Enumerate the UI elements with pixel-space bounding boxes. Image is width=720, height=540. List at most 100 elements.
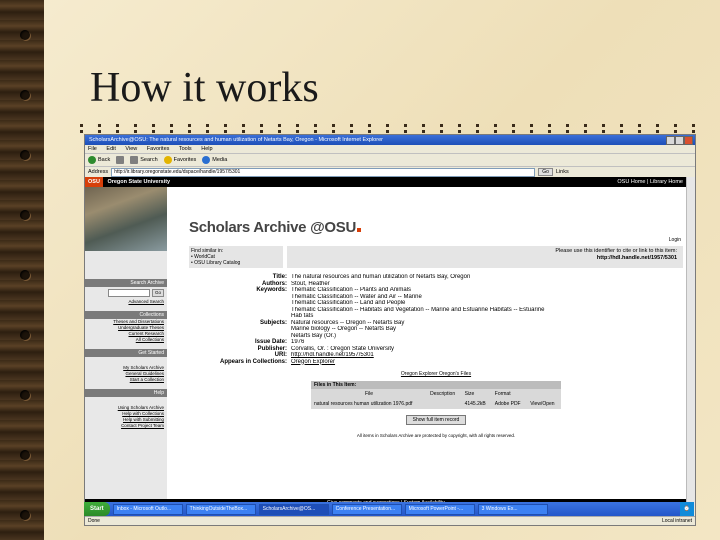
menu-tools[interactable]: Tools [179, 146, 192, 152]
header-photo [85, 187, 167, 251]
go-button[interactable]: Go [538, 168, 553, 176]
logo-square-icon [357, 228, 361, 232]
star-icon [163, 156, 172, 164]
sidebar-started-head: Get Started [85, 349, 167, 357]
metadata-value[interactable]: Oregon Explorer [291, 359, 683, 366]
osu-logo[interactable]: OSU [85, 177, 103, 187]
col-view [527, 389, 561, 399]
identifier-link[interactable]: http://hdl.handle.net/1957/5301 [293, 255, 677, 262]
forward-button[interactable] [116, 156, 125, 164]
metadata-row: Appears in Collections: Oregon Explorer [189, 359, 683, 366]
browser-window: ScholarsArchive@OSU: The natural resourc… [84, 134, 696, 526]
menu-favorites[interactable]: Favorites [147, 146, 170, 152]
ring-icon [20, 210, 30, 220]
taskbar-item[interactable]: Conference Presentation... [331, 503, 402, 515]
status-bar: Done Local intranet [85, 516, 695, 525]
sidebar-link[interactable]: All Collections [85, 337, 167, 343]
taskbar-item[interactable]: Inbox - Microsoft Outlo... [112, 503, 183, 515]
col-size: Size [464, 391, 475, 397]
start-button[interactable]: Start [84, 502, 110, 516]
table-row: natural resources human utilization 1976… [311, 399, 561, 409]
taskbar: Start Inbox - Microsoft Outlo... Thinkin… [84, 502, 694, 516]
metadata-table: Title: The natural resources and human ut… [189, 274, 683, 365]
sidebar: Search Archive Go Advanced Search Collec… [85, 187, 167, 507]
window-title-text: ScholarsArchive@OSU: The natural resourc… [89, 137, 383, 143]
taskbar-item[interactable]: ThinkingOutsideTheBox... [185, 503, 256, 515]
sidebar-help-head: Help [85, 389, 167, 397]
menu-edit[interactable]: Edit [106, 146, 115, 152]
file-size: 4145.2kB [464, 401, 486, 407]
identifier-row: Find similar in: • WorldCat • OSU Librar… [189, 246, 683, 268]
mirror-link[interactable]: Oregon Explorer Oregon's Files [189, 371, 683, 377]
menu-help[interactable]: Help [201, 146, 212, 152]
menu-view[interactable]: View [125, 146, 137, 152]
divider [80, 130, 708, 133]
address-bar: Address http://ir.library.oregonstate.ed… [85, 166, 695, 177]
minimize-icon[interactable] [666, 136, 675, 145]
ring-icon [20, 330, 30, 340]
col-description: Description [430, 391, 456, 397]
back-icon [88, 156, 96, 164]
sidebar-link[interactable]: Contact Project Team [85, 423, 167, 429]
system-tray: ⌚ [679, 502, 694, 516]
col-format: Format [494, 391, 511, 397]
ring-icon [20, 30, 30, 40]
catalog-label: OSU Library Catalog [194, 260, 241, 266]
menu-file[interactable]: File [88, 146, 97, 152]
ring-icon [20, 510, 30, 520]
favorites-label: Favorites [173, 157, 197, 163]
archive-logo-text: Scholars Archive @OSU [189, 219, 356, 236]
sidebar-link[interactable]: Start a Collection [85, 377, 167, 383]
vertical-scrollbar[interactable] [686, 177, 695, 507]
taskbar-item[interactable]: ScholarsArchive@OS... [258, 503, 329, 515]
file-format: Adobe PDF [494, 401, 521, 407]
back-label: Back [98, 157, 111, 163]
main-content: Scholars Archive @OSU Login Find similar… [189, 187, 683, 507]
osu-name: Oregon State University [107, 179, 171, 185]
sidebar-collections-head: Collections [85, 311, 167, 319]
window-title: ScholarsArchive@OSU: The natural resourc… [85, 135, 695, 145]
archive-logo[interactable]: Scholars Archive @OSU [189, 219, 683, 236]
osu-header: OSU Oregon State University OSU Home | L… [85, 177, 687, 187]
search-go-button[interactable]: Go [151, 289, 164, 297]
view-open-link[interactable]: View/Open [527, 399, 561, 409]
osu-home-links[interactable]: OSU Home | Library Home [617, 177, 683, 187]
address-input[interactable]: http://ir.library.oregonstate.edu/dspace… [111, 167, 536, 177]
ring-icon [20, 270, 30, 280]
sidebar-search: Go [85, 287, 167, 299]
taskbar-item[interactable]: Microsoft PowerPoint -... [404, 503, 475, 515]
media-label: Media [212, 157, 228, 163]
toolbar: Back Search Favorites Media [85, 153, 695, 166]
links-label[interactable]: Links [556, 169, 569, 175]
identifier-text: Please use this identifier to cite or li… [555, 248, 677, 254]
binding-strip [0, 0, 44, 540]
advanced-search-link[interactable]: Advanced Search [85, 299, 167, 305]
show-full-wrap: Show full item record [189, 409, 683, 425]
col-file: File [365, 391, 374, 397]
taskbar-item[interactable]: 3 Windows Ex... [477, 503, 548, 515]
ring-icon [20, 150, 30, 160]
maximize-icon[interactable] [675, 136, 684, 145]
files-head: Files in This Item: [311, 381, 561, 389]
metadata-key: Appears in Collections: [219, 358, 287, 365]
files-table: Files in This Item: File Description Siz… [311, 381, 561, 409]
file-name[interactable]: natural resources human utilization 1976… [311, 399, 427, 409]
search-input[interactable] [107, 289, 150, 297]
search-label: Search [140, 157, 158, 163]
favorites-button[interactable]: Favorites [163, 156, 197, 164]
show-full-record-button[interactable]: Show full item record [405, 415, 467, 425]
close-icon[interactable] [684, 136, 693, 145]
media-icon [202, 156, 211, 164]
find-similar-catalog[interactable]: • OSU Library Catalog [191, 260, 281, 266]
search-button[interactable]: Search [130, 156, 158, 164]
file-description [427, 399, 461, 409]
back-button[interactable]: Back [88, 156, 110, 164]
ring-icon [20, 450, 30, 460]
menu-bar: File Edit View Favorites Tools Help [85, 145, 695, 153]
web-page: OSU Oregon State University OSU Home | L… [85, 177, 687, 507]
identifier-box: Please use this identifier to cite or li… [287, 246, 683, 268]
address-label: Address [88, 169, 109, 175]
media-button[interactable]: Media [202, 156, 227, 164]
ring-icon [20, 390, 30, 400]
login-link[interactable]: Login [669, 237, 681, 243]
